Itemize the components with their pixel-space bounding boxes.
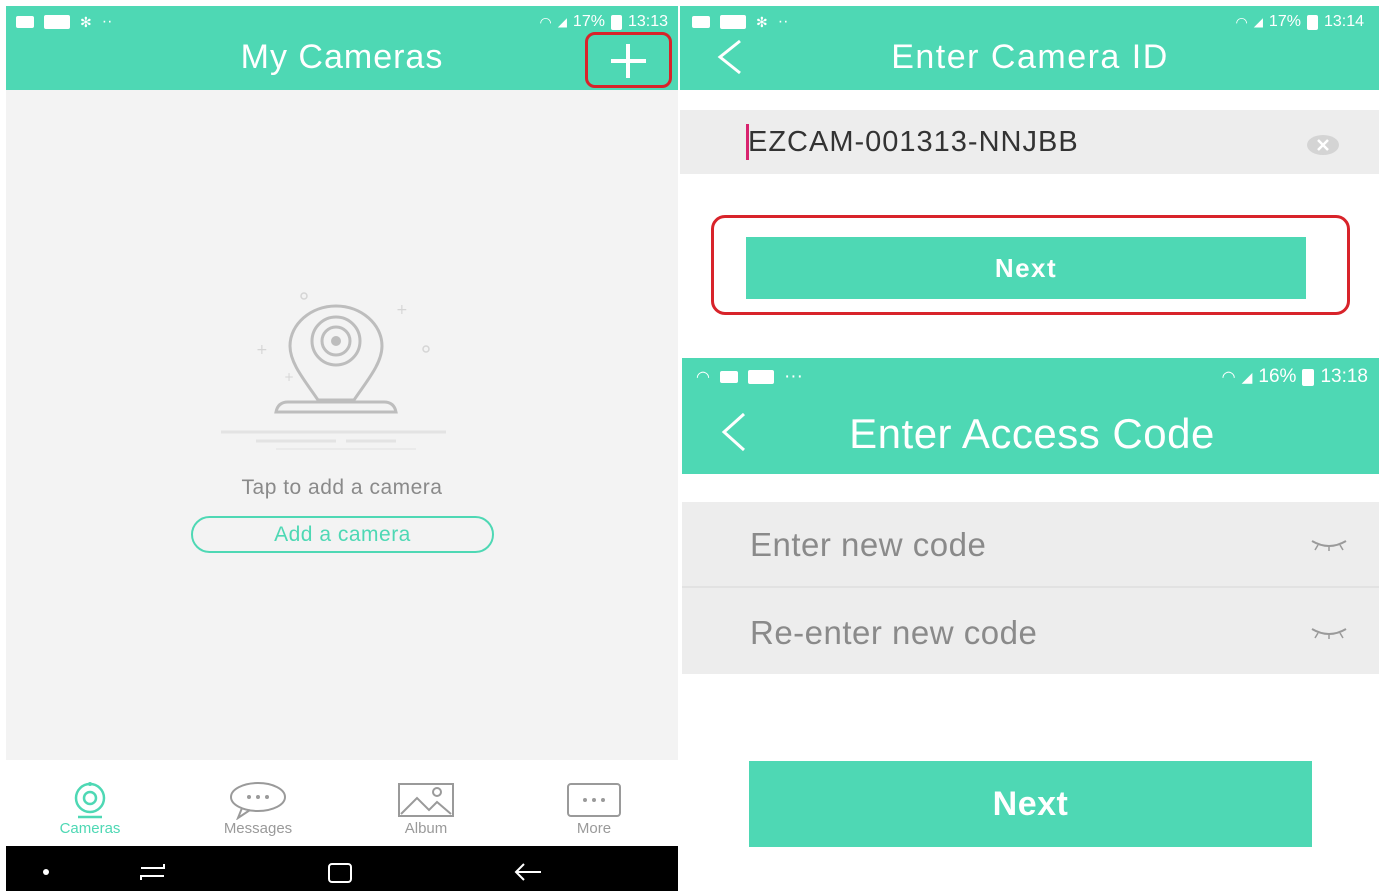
camera-illustration: + + + (221, 292, 446, 450)
enter-access-code-screen: ◠ ··· ◠ ◢ 16% 13:18 Enter Access Code En… (682, 358, 1379, 891)
notification-icons: ✻ ·· (692, 13, 788, 31)
page-title: Enter Access Code (849, 410, 1215, 457)
enter-camera-id-screen: ✻ ·· ◠ ◢ 17% 13:14 Enter Camera ID EZCAM… (680, 6, 1379, 358)
more-notifications-icon: ·· (777, 13, 789, 30)
screenshot-notification-icon (44, 15, 70, 29)
camera-id-field[interactable]: EZCAM-001313-NNJBB (680, 110, 1379, 174)
more-notifications-icon: ··· (783, 366, 803, 387)
next-button[interactable]: Next (746, 237, 1306, 299)
chat-bubble-icon (230, 781, 286, 820)
nav-item-more[interactable]: More (534, 780, 654, 837)
notification-icons: ◠ ··· (696, 366, 803, 388)
chevron-left-icon (717, 39, 741, 75)
nav-item-messages[interactable]: Messages (198, 780, 318, 837)
status-bar: ✻ ·· ◠ ◢ 17% 13:13 (16, 10, 668, 34)
nav-label: Album (404, 819, 448, 837)
system-nav-icons (43, 863, 541, 883)
nav-label: More (576, 819, 612, 837)
runner-notification-icon: ✻ (756, 13, 768, 30)
eye-closed-icon[interactable] (1310, 626, 1348, 640)
next-button[interactable]: Next (749, 761, 1312, 847)
nav-label: Messages (223, 819, 293, 837)
status-time: 13:13 (627, 13, 668, 30)
nav-label: Cameras (59, 819, 121, 837)
battery-percent: 17% (1268, 13, 1301, 30)
status-time: 13:18 (1320, 366, 1368, 387)
battery-icon (1302, 368, 1315, 386)
wifi-icon: ◠ (1221, 369, 1236, 386)
back-button[interactable] (712, 34, 746, 86)
reenter-code-field[interactable]: Re-enter new code (682, 588, 1379, 674)
clear-input-icon[interactable] (1306, 134, 1340, 156)
nav-item-cameras[interactable]: Cameras (30, 780, 150, 837)
reenter-code-placeholder: Re-enter new code (750, 614, 1038, 651)
camera-id-header: ✻ ·· ◠ ◢ 17% 13:14 Enter Camera ID (680, 6, 1379, 90)
signal-icon: ◢ (1253, 15, 1263, 29)
more-icon (567, 782, 621, 817)
page-title: Enter Camera ID (891, 38, 1169, 76)
battery-icon (1306, 14, 1318, 30)
svg-text:+: + (396, 302, 408, 318)
runner-notification-icon: ✻ (80, 13, 92, 30)
picture-icon (398, 782, 454, 817)
gallery-notification-icon (719, 371, 738, 383)
status-time: 13:14 (1323, 13, 1364, 30)
plus-icon (611, 44, 646, 78)
my-cameras-screen: ✻ ·· ◠ ◢ 17% 13:13 My Cameras + + + Tap … (6, 6, 678, 891)
screenshot-notification-icon (747, 370, 774, 384)
wifi-icon: ◠ (539, 13, 552, 30)
empty-state-hint: Tap to add a camera (241, 476, 443, 499)
more-notifications-icon: ·· (101, 13, 113, 30)
signal-icon: ◢ (557, 15, 567, 29)
new-code-placeholder: Enter new code (750, 526, 987, 563)
system-nav-bar (6, 846, 678, 891)
svg-text:+: + (256, 342, 268, 358)
page-title: My Cameras (240, 38, 444, 76)
notification-icons: ✻ ·· (16, 13, 112, 31)
gallery-notification-icon (692, 16, 710, 28)
access-code-header: ◠ ··· ◠ ◢ 16% 13:18 Enter Access Code (682, 358, 1379, 474)
wifi-icon: ◠ (1235, 13, 1248, 30)
status-bar: ◠ ··· ◠ ◢ 16% 13:18 (696, 364, 1368, 390)
nav-item-album[interactable]: Album (366, 780, 486, 837)
screenshot-notification-icon (720, 15, 746, 29)
new-code-field[interactable]: Enter new code (682, 502, 1379, 586)
camera-icon (74, 781, 106, 818)
back-button[interactable] (716, 410, 750, 463)
battery-percent: 16% (1258, 366, 1297, 387)
my-cameras-header: ✻ ·· ◠ ◢ 17% 13:13 My Cameras (6, 6, 678, 90)
svg-text:+: + (284, 370, 294, 384)
gallery-notification-icon (16, 16, 34, 28)
add-camera-plus-button[interactable] (585, 32, 672, 88)
add-camera-button[interactable]: Add a camera (191, 516, 494, 553)
camera-id-value: EZCAM-001313-NNJBB (748, 126, 1079, 158)
bottom-nav: Cameras Messages Album More (6, 760, 678, 846)
eye-closed-icon[interactable] (1310, 538, 1348, 552)
chevron-left-icon (721, 412, 746, 452)
battery-percent: 17% (572, 13, 605, 30)
battery-icon (610, 14, 622, 30)
signal-icon: ◢ (1241, 368, 1253, 385)
wifi-calling-icon: ◠ (696, 369, 710, 386)
status-bar: ✻ ·· ◠ ◢ 17% 13:14 (692, 10, 1364, 34)
